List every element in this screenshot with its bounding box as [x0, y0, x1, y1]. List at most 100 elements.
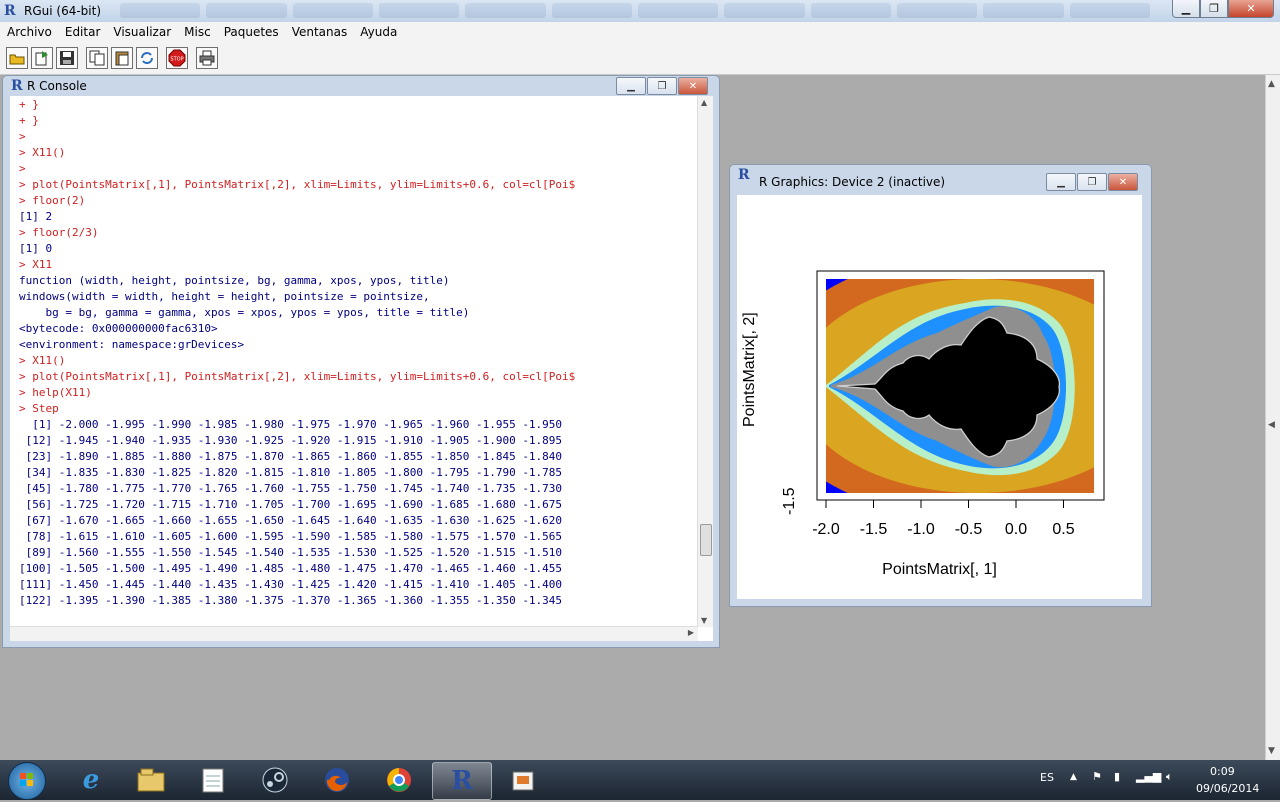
- console-minimize-button[interactable]: ▁: [616, 77, 646, 95]
- toolbar: STOP: [0, 42, 1280, 75]
- steam-icon[interactable]: [246, 762, 304, 798]
- console-output-line: [45] -1.780 -1.775 -1.770 -1.765 -1.760 …: [19, 482, 563, 495]
- flag-icon[interactable]: ⚑: [1092, 770, 1102, 783]
- x-axis-ticks: [825, 499, 1064, 508]
- console-output-line: [122] -1.395 -1.390 -1.385 -1.380 -1.375…: [19, 594, 563, 607]
- language-indicator[interactable]: ES: [1040, 771, 1054, 784]
- r-logo-icon: R: [738, 167, 750, 183]
- show-hidden-icons[interactable]: ▲: [1070, 772, 1077, 782]
- console-vertical-scrollbar[interactable]: ▲ ▼: [697, 96, 713, 627]
- x-tick-label: -2.0: [812, 521, 840, 538]
- menu-item-ventanas[interactable]: Ventanas: [285, 22, 354, 39]
- console-output-line: [12] -1.945 -1.940 -1.935 -1.930 -1.925 …: [19, 434, 563, 447]
- app-title: RGui (64-bit): [24, 4, 102, 18]
- chrome-icon[interactable]: [370, 762, 428, 798]
- internet-explorer-icon[interactable]: e: [62, 762, 120, 798]
- save-icon[interactable]: [56, 47, 78, 69]
- y-tick-label: -1.5: [781, 487, 798, 515]
- r-logo-icon: R: [11, 78, 23, 94]
- menu-item-archivo[interactable]: Archivo: [0, 22, 58, 39]
- console-command-line: > help(X11): [19, 386, 92, 399]
- stop-icon[interactable]: STOP: [166, 47, 188, 69]
- restore-button[interactable]: ❐: [1200, 0, 1228, 18]
- r-logo-icon: R: [4, 3, 16, 19]
- system-tray: ES ▲ ⚑ ▮ ▂▄▆ 🔈︎ 0:09 09/06/2014: [1020, 760, 1280, 800]
- media-player-icon[interactable]: [494, 762, 552, 798]
- x-tick-label: -0.5: [954, 521, 983, 538]
- menu-bar: Archivo Editar Visualizar Misc Paquetes Venta…: [0, 22, 1280, 42]
- console-output-line: [1] 2: [19, 210, 53, 223]
- console-command-line: > X11: [19, 258, 53, 271]
- console-output-line: [23] -1.890 -1.885 -1.880 -1.875 -1.870 …: [19, 450, 563, 463]
- power-icon[interactable]: ▮: [1114, 770, 1120, 783]
- console-output[interactable]: + } + } > > X11() > > plot(PointsMatrix[,1], …: [10, 96, 713, 641]
- console-command-line: > X11(): [19, 146, 66, 159]
- windows-logo-icon: [20, 773, 33, 786]
- console-output-line: [89] -1.560 -1.555 -1.550 -1.545 -1.540 …: [19, 546, 563, 559]
- blurred-background-region: [120, 3, 1150, 18]
- notepad-icon[interactable]: [184, 762, 242, 798]
- console-command-line: >: [19, 162, 26, 175]
- menu-item-visualizar[interactable]: Visualizar: [106, 22, 177, 39]
- menu-item-paquetes[interactable]: Paquetes: [217, 22, 285, 39]
- clock-time[interactable]: 0:09: [1210, 765, 1235, 778]
- menu-item-misc[interactable]: Misc: [177, 22, 217, 39]
- volume-icon[interactable]: 🔈︎: [1166, 770, 1173, 784]
- console-command-line: >: [19, 130, 26, 143]
- start-button[interactable]: [8, 762, 46, 800]
- firefox-icon[interactable]: [308, 762, 366, 798]
- scroll-down-icon[interactable]: ▼: [701, 616, 707, 625]
- console-text: + } + } > > X11() > > plot(PointsMatrix[,1], …: [19, 97, 695, 609]
- console-output-line: windows(width = width, height = height, …: [19, 290, 430, 303]
- print-icon[interactable]: [196, 47, 218, 69]
- graphics-title: R Graphics: Device 2 (inactive): [759, 175, 946, 189]
- open-script-icon[interactable]: [6, 47, 28, 69]
- console-output-line: [1] -2.000 -1.995 -1.990 -1.985 -1.980 -…: [19, 418, 563, 431]
- console-title: R Console: [27, 79, 87, 93]
- r-console-window[interactable]: R R Console ▁ ❐ ✕ + } + } > > X11() > > plot(…: [2, 75, 720, 648]
- close-button[interactable]: ✕: [1228, 0, 1274, 18]
- console-command-line: > X11(): [19, 354, 66, 367]
- clock-date[interactable]: 09/06/2014: [1196, 782, 1259, 795]
- network-icon[interactable]: ▂▄▆: [1136, 770, 1161, 783]
- graphics-minimize-button[interactable]: ▁: [1046, 173, 1076, 191]
- copy-icon[interactable]: [86, 47, 108, 69]
- scroll-right-icon[interactable]: ▶: [688, 628, 694, 637]
- graphics-canvas: -2.0 -1.5 -1.0 -0.5 0.0 0.5 PointsMatrix[, 1]…: [737, 195, 1142, 599]
- console-output-line: [78] -1.615 -1.610 -1.605 -1.600 -1.595 …: [19, 530, 563, 543]
- console-maximize-button[interactable]: ❐: [647, 77, 677, 95]
- minimize-button[interactable]: ▁: [1172, 0, 1200, 18]
- menu-item-ayuda[interactable]: Ayuda: [353, 22, 403, 39]
- graphics-maximize-button[interactable]: ❐: [1077, 173, 1107, 191]
- menu-item-editar[interactable]: Editar: [58, 22, 107, 39]
- console-close-button[interactable]: ✕: [678, 77, 708, 95]
- console-output-line: [34] -1.835 -1.830 -1.825 -1.820 -1.815 …: [19, 466, 563, 479]
- file-explorer-icon[interactable]: [122, 762, 180, 798]
- copy-paste-icon[interactable]: [136, 47, 158, 69]
- x-tick-label: 0.5: [1052, 521, 1075, 538]
- scroll-up-icon[interactable]: ▲: [701, 98, 707, 107]
- load-workspace-icon[interactable]: [31, 47, 53, 69]
- x-tick-label: -1.5: [859, 521, 888, 538]
- console-command-line: > plot(PointsMatrix[,1], PointsMatrix[,2…: [19, 370, 576, 383]
- x-axis-label: PointsMatrix[, 1]: [882, 561, 997, 578]
- y-axis-label: PointsMatrix[, 2]: [741, 312, 758, 427]
- console-output-line: bg = bg, gamma = gamma, xpos = xpos, ypo…: [19, 306, 470, 319]
- paste-icon[interactable]: [111, 47, 133, 69]
- console-output-line: [1] 0: [19, 242, 53, 255]
- r-graphics-window[interactable]: R R Graphics: Device 2 (inactive) ▁ ❐ ✕: [729, 164, 1152, 607]
- console-scroll-thumb[interactable]: [700, 524, 712, 556]
- console-output-line: <environment: namespace:grDevices>: [19, 338, 245, 351]
- r-gui-icon[interactable]: R: [432, 762, 492, 800]
- console-horizontal-scrollbar[interactable]: ▶: [10, 626, 698, 641]
- svg-text:STOP: STOP: [170, 57, 183, 63]
- console-output-line: [56] -1.725 -1.720 -1.715 -1.710 -1.705 …: [19, 498, 563, 511]
- console-command-line: > floor(2): [19, 194, 86, 207]
- console-output-line: function (width, height, pointsize, bg, …: [19, 274, 450, 287]
- x-tick-label: -1.0: [907, 521, 935, 538]
- graphics-close-button[interactable]: ✕: [1108, 173, 1138, 191]
- workspace-scrollbar[interactable]: ▲ ◀ ▼: [1265, 75, 1280, 760]
- console-output-line: <bytecode: 0x000000000fac6310>: [19, 322, 218, 335]
- x-tick-label: 0.0: [1004, 521, 1028, 538]
- windows-taskbar: e R ES ▲ ⚑ ▮ ▂▄▆ 🔈︎ 0:09 09/06/2014: [0, 760, 1280, 800]
